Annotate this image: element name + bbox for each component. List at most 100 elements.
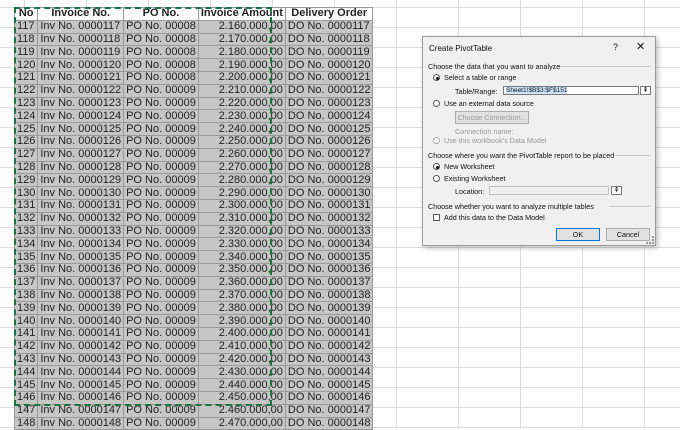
table-cell[interactable]: DO No. 0000141 xyxy=(284,326,374,341)
table-cell[interactable]: Inv No. 0000140 xyxy=(37,314,125,328)
table-cell[interactable]: Inv No. 0000124 xyxy=(37,109,125,124)
data-model-radio[interactable] xyxy=(433,137,440,144)
table-cell[interactable]: 2.420.000,00 xyxy=(197,352,286,367)
table-cell[interactable]: 122 xyxy=(13,83,39,98)
table-cell[interactable]: 2.460.000,00 xyxy=(197,403,286,418)
table-cell[interactable]: PO No. 00009 xyxy=(123,173,199,188)
table-cell[interactable]: DO No. 0000128 xyxy=(284,160,374,175)
table-cell[interactable]: Inv No. 0000125 xyxy=(37,122,125,136)
table-cell[interactable]: PO No. 00009 xyxy=(123,390,199,405)
table-cell[interactable]: 2.230.000,00 xyxy=(197,109,286,124)
table-cell[interactable]: 126 xyxy=(13,134,39,149)
table-cell[interactable]: Inv No. 0000122 xyxy=(37,83,125,98)
table-cell[interactable]: Inv No. 0000130 xyxy=(37,186,125,200)
table-cell[interactable]: 133 xyxy=(13,224,39,239)
location-input[interactable] xyxy=(489,186,609,195)
table-cell[interactable]: Inv No. 0000144 xyxy=(37,365,125,380)
table-cell[interactable]: 137 xyxy=(13,275,39,290)
table-cell[interactable]: DO No. 0000137 xyxy=(284,275,374,290)
table-cell[interactable]: PO No. 00009 xyxy=(123,365,199,380)
table-cell[interactable]: 2.400.000,00 xyxy=(197,326,286,341)
table-cell[interactable]: DO No. 0000118 xyxy=(284,32,374,47)
table-cell[interactable]: 146 xyxy=(13,390,39,405)
table-cell[interactable]: PO No. 00009 xyxy=(123,198,199,213)
table-cell[interactable]: PO No. 00009 xyxy=(123,224,199,239)
table-cell[interactable]: 2.380.000,00 xyxy=(197,301,286,316)
table-cell[interactable]: 129 xyxy=(13,173,39,188)
table-cell[interactable]: DO No. 0000123 xyxy=(284,96,374,111)
table-cell[interactable]: Inv No. 0000120 xyxy=(37,58,125,72)
table-cell[interactable]: PO No. 00009 xyxy=(123,275,199,290)
table-cell[interactable]: PO No. 00009 xyxy=(123,326,199,341)
table-cell[interactable]: DO No. 0000136 xyxy=(284,262,374,277)
table-cell[interactable]: DO No. 0000135 xyxy=(284,250,374,264)
table-cell[interactable]: PO No. 00009 xyxy=(123,301,199,316)
table-cell[interactable]: PO No. 00009 xyxy=(123,160,199,175)
table-cell[interactable]: 132 xyxy=(13,211,39,226)
table-cell[interactable]: 117 xyxy=(13,19,39,34)
table-cell[interactable]: 2.390.000,00 xyxy=(197,314,286,328)
table-cell[interactable]: 141 xyxy=(13,326,39,341)
table-cell[interactable]: DO No. 0000142 xyxy=(284,339,374,354)
table-cell[interactable]: DO No. 0000140 xyxy=(284,314,374,328)
table-cell[interactable]: 2.170.000,00 xyxy=(197,32,286,47)
table-cell[interactable]: 134 xyxy=(13,237,39,252)
table-cell[interactable]: PO No. 00008 xyxy=(123,32,199,47)
existing-worksheet-radio[interactable] xyxy=(433,175,440,182)
table-cell[interactable]: Inv No. 0000118 xyxy=(37,32,125,47)
table-cell[interactable]: 127 xyxy=(13,147,39,162)
table-cell[interactable]: 2.160.000,00 xyxy=(197,19,286,34)
table-cell[interactable]: DO No. 0000129 xyxy=(284,173,374,188)
table-cell[interactable]: Inv No. 0000134 xyxy=(37,237,125,252)
table-cell[interactable]: PO No. 00009 xyxy=(123,237,199,252)
header-cell[interactable]: Invoice Amount xyxy=(197,7,286,21)
table-cell[interactable]: DO No. 0000120 xyxy=(284,58,374,72)
table-cell[interactable]: PO No. 00009 xyxy=(123,186,199,200)
table-cell[interactable]: Inv No. 0000135 xyxy=(37,250,125,264)
table-cell[interactable]: 2.180.000,00 xyxy=(197,45,286,60)
range-collapse-icon[interactable]: ⇞ xyxy=(640,86,651,95)
table-cell[interactable]: 130 xyxy=(13,186,39,200)
table-cell[interactable]: 143 xyxy=(13,352,39,367)
resize-grip-icon[interactable] xyxy=(646,236,654,244)
table-cell[interactable]: PO No. 00009 xyxy=(123,403,199,418)
table-cell[interactable]: PO No. 00009 xyxy=(123,378,199,392)
help-button[interactable]: ? xyxy=(613,42,618,52)
location-collapse-icon[interactable]: ⇞ xyxy=(611,186,622,195)
table-cell[interactable]: 124 xyxy=(13,109,39,124)
header-cell[interactable]: Invoice No. xyxy=(37,7,125,21)
table-cell[interactable]: Inv No. 0000133 xyxy=(37,224,125,239)
table-cell[interactable]: PO No. 00008 xyxy=(123,19,199,34)
table-cell[interactable]: 142 xyxy=(13,339,39,354)
table-cell[interactable]: Inv No. 0000146 xyxy=(37,390,125,405)
table-cell[interactable]: DO No. 0000145 xyxy=(284,378,374,392)
table-cell[interactable]: 125 xyxy=(13,122,39,136)
table-cell[interactable]: 2.320.000,00 xyxy=(197,224,286,239)
table-cell[interactable]: PO No. 00009 xyxy=(123,352,199,367)
header-cell[interactable]: PO No. xyxy=(123,7,199,21)
table-cell[interactable]: DO No. 0000139 xyxy=(284,301,374,316)
table-cell[interactable]: Inv No. 0000136 xyxy=(37,262,125,277)
table-cell[interactable]: 2.440.000,00 xyxy=(197,378,286,392)
table-cell[interactable]: 2.190.000,00 xyxy=(197,58,286,72)
select-table-radio[interactable] xyxy=(433,74,440,81)
table-cell[interactable]: 138 xyxy=(13,288,39,303)
table-cell[interactable]: 2.370.000,00 xyxy=(197,288,286,303)
table-cell[interactable]: 2.260.000,00 xyxy=(197,147,286,162)
table-cell[interactable]: PO No. 00009 xyxy=(123,250,199,264)
table-cell[interactable]: 119 xyxy=(13,45,39,60)
table-cell[interactable]: 120 xyxy=(13,58,39,72)
table-cell[interactable]: 2.200.000,00 xyxy=(197,70,286,85)
table-cell[interactable]: 121 xyxy=(13,70,39,85)
table-cell[interactable]: DO No. 0000131 xyxy=(284,198,374,213)
table-cell[interactable]: 2.450.000,00 xyxy=(197,390,286,405)
table-cell[interactable]: 145 xyxy=(13,378,39,392)
table-cell[interactable]: Inv No. 0000138 xyxy=(37,288,125,303)
table-cell[interactable]: PO No. 00009 xyxy=(123,96,199,111)
table-cell[interactable]: PO No. 00009 xyxy=(123,288,199,303)
table-cell[interactable]: 2.300.000,00 xyxy=(197,198,286,213)
table-range-input[interactable]: Sheet1!$B$3:$F$151 xyxy=(503,86,639,95)
table-cell[interactable]: DO No. 0000125 xyxy=(284,122,374,136)
new-worksheet-radio[interactable] xyxy=(433,163,440,170)
table-cell[interactable]: PO No. 00009 xyxy=(123,109,199,124)
